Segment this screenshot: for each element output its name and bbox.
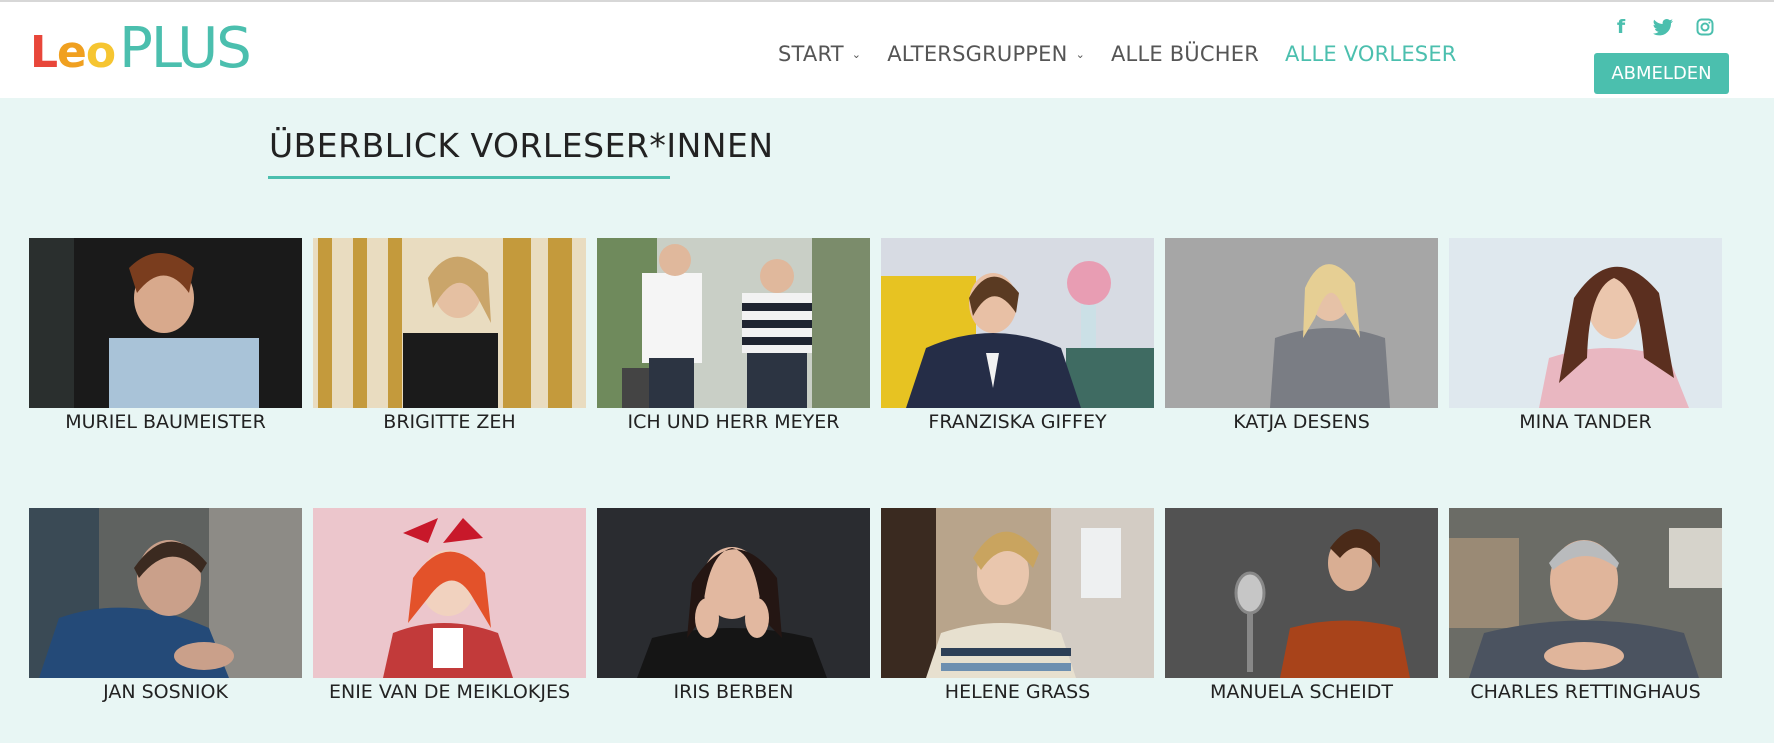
reader-card[interactable]: ENIE VAN DE MEIKLOKJES (313, 508, 586, 703)
reader-photo (29, 508, 302, 678)
reader-name: FRANZISKA GIFFEY (928, 411, 1107, 433)
reader-name: ICH UND HERR MEYER (627, 411, 840, 433)
title-underline (268, 176, 670, 179)
instagram-icon[interactable] (1690, 14, 1720, 40)
reader-card[interactable]: FRANZISKA GIFFEY (881, 238, 1154, 433)
reader-photo (1449, 238, 1722, 408)
logout-button[interactable]: ABMELDEN (1594, 53, 1729, 94)
reader-photo (313, 238, 586, 408)
nav-item-alle-vorleser[interactable]: ALLE VORLESER (1285, 42, 1457, 66)
reader-photo (881, 238, 1154, 408)
site-header: Leo PLUS START ⌄ ALTERSGRUPPEN ⌄ ALLE BÜ… (0, 2, 1774, 98)
nav-item-label: ALLE BÜCHER (1110, 42, 1259, 66)
reader-photo (29, 238, 302, 408)
reader-card[interactable]: IRIS BERBEN (597, 508, 870, 703)
nav-item-label: START (778, 42, 844, 66)
reader-card[interactable]: BRIGITTE ZEH (313, 238, 586, 433)
reader-name: IRIS BERBEN (673, 681, 794, 703)
logo-letter-e: e (57, 27, 87, 78)
reader-name: HELENE GRASS (944, 681, 1091, 703)
main-nav: START ⌄ ALTERSGRUPPEN ⌄ ALLE BÜCHER ALLE… (778, 42, 1483, 66)
reader-card[interactable]: MANUELA SCHEIDT (1165, 508, 1438, 703)
reader-card[interactable]: MINA TANDER (1449, 238, 1722, 433)
page-title: ÜBERBLICK VORLESER*INNEN (269, 126, 774, 165)
social-links: f (1606, 14, 1732, 40)
chevron-down-icon: ⌄ (1075, 47, 1085, 61)
reader-card[interactable]: ICH UND HERR MEYER (597, 238, 870, 433)
logo-letter-l: L (30, 27, 58, 78)
reader-name: JAN SOSNIOK (103, 681, 228, 703)
twitter-icon[interactable] (1648, 14, 1678, 40)
reader-photo (1449, 508, 1722, 678)
reader-name: KATJA DESENS (1233, 411, 1370, 433)
nav-item-alle-buecher[interactable]: ALLE BÜCHER (1111, 42, 1259, 66)
reader-name: MURIEL BAUMEISTER (65, 411, 266, 433)
nav-item-altersgruppen[interactable]: ALTERSGRUPPEN ⌄ (887, 42, 1085, 66)
reader-name: ENIE VAN DE MEIKLOKJES (328, 681, 571, 703)
leoplus-logo[interactable]: Leo PLUS (30, 16, 252, 81)
reader-card[interactable]: MURIEL BAUMEISTER (29, 238, 302, 433)
nav-item-label: ALLE VORLESER (1285, 42, 1457, 66)
reader-name: MINA TANDER (1519, 411, 1652, 433)
reader-name: BRIGITTE ZEH (383, 411, 516, 433)
logo-plus-text: PLUS (119, 16, 252, 81)
nav-item-label: ALTERSGRUPPEN (887, 42, 1068, 66)
reader-photo (1165, 238, 1438, 408)
logo-leo-text: Leo (30, 27, 116, 78)
reader-photo (881, 508, 1154, 678)
nav-item-start[interactable]: START ⌄ (778, 42, 861, 66)
reader-photo (1165, 508, 1438, 678)
reader-card[interactable]: CHARLES RETTINGHAUS (1449, 508, 1722, 703)
reader-photo (313, 508, 586, 678)
reader-card[interactable]: HELENE GRASS (881, 508, 1154, 703)
facebook-icon[interactable]: f (1606, 14, 1636, 40)
chevron-down-icon: ⌄ (851, 47, 862, 61)
reader-card[interactable]: KATJA DESENS (1165, 238, 1438, 433)
logo-letter-o: o (85, 27, 116, 78)
reader-photo (597, 508, 870, 678)
reader-name: CHARLES RETTINGHAUS (1470, 681, 1701, 703)
reader-photo (597, 238, 870, 408)
reader-name: MANUELA SCHEIDT (1209, 681, 1394, 703)
reader-card[interactable]: JAN SOSNIOK (29, 508, 302, 703)
